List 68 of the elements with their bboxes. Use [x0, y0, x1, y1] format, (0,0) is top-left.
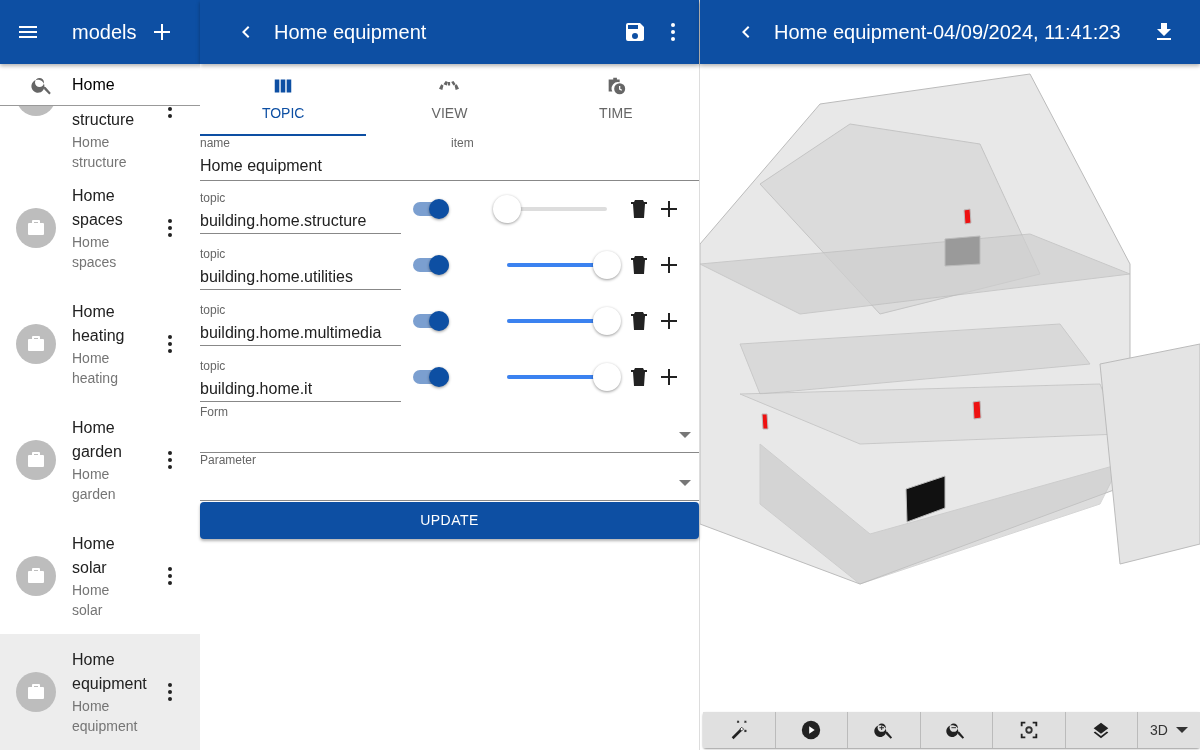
more-button[interactable] [168, 219, 172, 237]
tab[interactable]: VIEW [366, 64, 533, 136]
more-icon [168, 335, 172, 353]
slider-thumb[interactable] [593, 251, 621, 279]
item-subtitle: Home heating [72, 349, 119, 388]
caret-icon [679, 432, 691, 438]
caret-icon [1175, 727, 1188, 733]
topic-field[interactable]: topic building.home.utilities [200, 240, 401, 290]
toolbar-button[interactable] [1065, 712, 1138, 748]
avatar-icon [16, 556, 56, 596]
editor-title: Home equipment [274, 20, 427, 45]
save-button[interactable] [623, 20, 647, 44]
item-subtitle: Home garden [72, 465, 117, 504]
toggle-switch[interactable] [413, 255, 449, 275]
topic-field[interactable]: topic building.home.multimedia [200, 296, 401, 346]
item-subtitle: Home equipment [72, 697, 139, 736]
item-title: Home equipment [72, 650, 148, 694]
toolbar-button[interactable] [920, 712, 993, 748]
item-title: Home spaces [72, 186, 124, 230]
topic-field[interactable]: topic building.home.structure [200, 184, 401, 234]
sidebar-title: models [72, 20, 137, 45]
more-icon [168, 683, 172, 701]
field-label: name [200, 136, 231, 150]
tab[interactable]: TOPIC [200, 64, 367, 136]
more-icon [168, 567, 172, 585]
field-hint: item [451, 136, 474, 150]
select-field[interactable]: Parameter [200, 453, 699, 501]
toggle-switch[interactable] [413, 199, 449, 219]
toolbar-button[interactable] [848, 712, 921, 748]
item-title: Home garden [72, 418, 123, 462]
update-button[interactable]: UPDATE [200, 502, 699, 539]
slider-thumb[interactable] [593, 307, 621, 335]
more-button[interactable] [168, 335, 172, 353]
item-title: structure [72, 110, 136, 130]
select-field[interactable]: Form [200, 405, 699, 453]
name-field[interactable]: name item Home equipment [200, 136, 699, 181]
more-icon [671, 23, 675, 41]
more-icon [168, 451, 172, 469]
search-field[interactable]: Home [72, 72, 182, 97]
more-button[interactable] [168, 451, 172, 469]
play-icon [800, 719, 823, 741]
item-subtitle: Home solar [72, 581, 111, 620]
toggle-switch[interactable] [413, 367, 449, 387]
more-button[interactable] [671, 23, 675, 41]
save-icon [623, 20, 647, 44]
slider-thumb[interactable] [593, 363, 621, 391]
topic-field[interactable]: topic building.home.it [200, 352, 401, 402]
toolbar-button[interactable] [775, 712, 848, 748]
slider-thumb[interactable] [493, 195, 521, 223]
more-button[interactable] [168, 567, 172, 585]
tab[interactable]: TIME [532, 64, 699, 136]
avatar-icon [16, 672, 56, 712]
list-item[interactable]: Home equipment Home equipment [0, 634, 200, 750]
avatar-icon [16, 324, 56, 364]
item-subtitle: Home structure [72, 133, 128, 170]
item-title: Home solar [72, 534, 116, 578]
more-icon [168, 219, 172, 237]
avatar-icon [16, 208, 56, 248]
toggle-switch[interactable] [413, 311, 449, 331]
caret-icon [679, 480, 691, 486]
toolbar-button[interactable] [993, 712, 1066, 748]
arc-icon [439, 80, 460, 91]
mode-dropdown[interactable]: 3D [1138, 712, 1200, 748]
item-subtitle: Home spaces [72, 233, 118, 272]
item-title: Home heating [72, 302, 126, 346]
avatar-icon [16, 440, 56, 480]
more-button[interactable] [168, 683, 172, 701]
viewer-title: Home equipment-04/09/2024, 11:41:23 [774, 20, 1121, 45]
